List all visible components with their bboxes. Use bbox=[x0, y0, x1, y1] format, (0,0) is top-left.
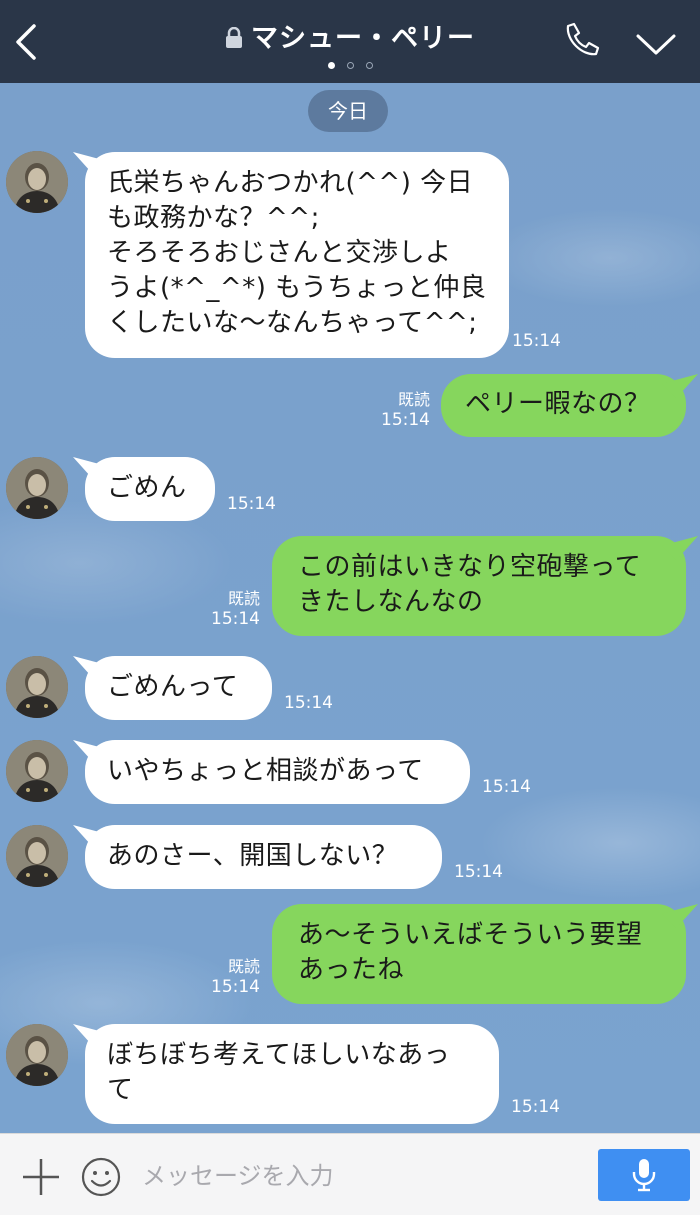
message-text: いやちょっと相談があって bbox=[107, 756, 424, 786]
message-time: 15:14 bbox=[482, 777, 531, 797]
message-bubble-incoming[interactable]: ごめん bbox=[85, 457, 215, 521]
avatar[interactable] bbox=[6, 151, 68, 213]
message-time: 15:14 bbox=[211, 609, 260, 629]
message-meta: 15:14 bbox=[482, 777, 542, 797]
message-bubble-outgoing[interactable]: あ〜そういえばそういう要望 あったね bbox=[272, 904, 686, 1004]
contact-portrait-icon bbox=[6, 740, 68, 802]
message-text: この前はいきなり空砲撃って きたしなんなの bbox=[298, 552, 642, 617]
message-text: ごめん bbox=[107, 473, 187, 503]
contact-portrait-icon bbox=[6, 656, 68, 718]
avatar[interactable] bbox=[6, 825, 68, 887]
message-composer bbox=[0, 1133, 700, 1215]
avatar[interactable] bbox=[6, 740, 68, 802]
message-meta: 既読 15:14 bbox=[200, 957, 260, 997]
message-meta: 15:14 bbox=[284, 693, 344, 713]
plus-icon bbox=[23, 1159, 59, 1195]
chevron-down-icon bbox=[636, 34, 676, 55]
message-bubble-incoming[interactable]: あのさー、開国しない？ bbox=[85, 825, 442, 889]
message-text: 氏栄ちゃんおつかれ(^^) 今日 も政務かな？^^; そろそろおじさんと交渉しよ… bbox=[107, 168, 487, 338]
avatar[interactable] bbox=[6, 1024, 68, 1086]
microphone-icon bbox=[632, 1159, 656, 1192]
message-list[interactable]: 今日 氏栄ちゃんおつかれ(^^) 今日 も政務かな？^^; そろそろおじさんと交… bbox=[0, 83, 700, 1133]
message-time: 15:14 bbox=[381, 410, 430, 430]
contact-portrait-icon bbox=[6, 825, 68, 887]
message-text: ぼちぼち考えてほしいなあっ て bbox=[107, 1040, 451, 1105]
contact-portrait-icon bbox=[6, 1024, 68, 1086]
message-text: あのさー、開国しない？ bbox=[107, 841, 399, 871]
message-meta: 15:14 bbox=[512, 331, 572, 351]
message-time: 15:14 bbox=[284, 693, 333, 713]
phone-icon bbox=[566, 22, 600, 56]
message-time: 15:14 bbox=[511, 1097, 560, 1117]
message-time: 15:14 bbox=[211, 977, 260, 997]
page-dot bbox=[346, 62, 354, 69]
message-bubble-incoming[interactable]: ぼちぼち考えてほしいなあっ て bbox=[85, 1024, 499, 1124]
contact-portrait-icon bbox=[6, 457, 68, 519]
message-bubble-incoming[interactable]: いやちょっと相談があって bbox=[85, 740, 470, 804]
page-dot bbox=[365, 62, 373, 69]
add-attachment-button[interactable] bbox=[20, 1156, 62, 1198]
message-text: ペリー暇なの？ bbox=[465, 389, 651, 419]
menu-toggle-button[interactable] bbox=[634, 26, 678, 62]
date-separator: 今日 bbox=[308, 90, 388, 132]
message-meta: 既読 15:14 bbox=[200, 589, 260, 629]
chat-header: マシュー・ペリー bbox=[0, 0, 700, 83]
message-time: 15:14 bbox=[512, 331, 561, 351]
emoji-button[interactable] bbox=[80, 1156, 122, 1198]
avatar[interactable] bbox=[6, 656, 68, 718]
avatar[interactable] bbox=[6, 457, 68, 519]
page-dot bbox=[327, 62, 335, 69]
message-text: ごめんって bbox=[107, 672, 239, 702]
message-bubble-outgoing[interactable]: この前はいきなり空砲撃って きたしなんなの bbox=[272, 536, 686, 636]
contact-portrait-icon bbox=[6, 151, 68, 213]
message-text: あ〜そういえばそういう要望 あったね bbox=[298, 920, 643, 985]
read-receipt: 既読 bbox=[397, 390, 430, 409]
message-meta: 15:14 bbox=[227, 494, 287, 514]
smiley-icon bbox=[81, 1157, 121, 1197]
message-bubble-incoming[interactable]: 氏栄ちゃんおつかれ(^^) 今日 も政務かな？^^; そろそろおじさんと交渉しよ… bbox=[85, 152, 509, 358]
message-meta: 15:14 bbox=[454, 862, 514, 882]
message-time: 15:14 bbox=[454, 862, 503, 882]
read-receipt: 既読 bbox=[227, 957, 260, 976]
message-bubble-incoming[interactable]: ごめんって bbox=[85, 656, 272, 720]
call-button[interactable] bbox=[558, 20, 602, 64]
message-input[interactable] bbox=[140, 1152, 584, 1200]
message-time: 15:14 bbox=[227, 494, 276, 514]
contact-name: マシュー・ペリー bbox=[251, 23, 475, 54]
read-receipt: 既読 bbox=[227, 589, 260, 608]
message-bubble-outgoing[interactable]: ペリー暇なの？ bbox=[441, 374, 686, 437]
message-meta: 既読 15:14 bbox=[370, 390, 430, 430]
message-meta: 15:14 bbox=[511, 1097, 571, 1117]
lock-icon bbox=[226, 26, 242, 48]
voice-message-button[interactable] bbox=[598, 1149, 690, 1201]
